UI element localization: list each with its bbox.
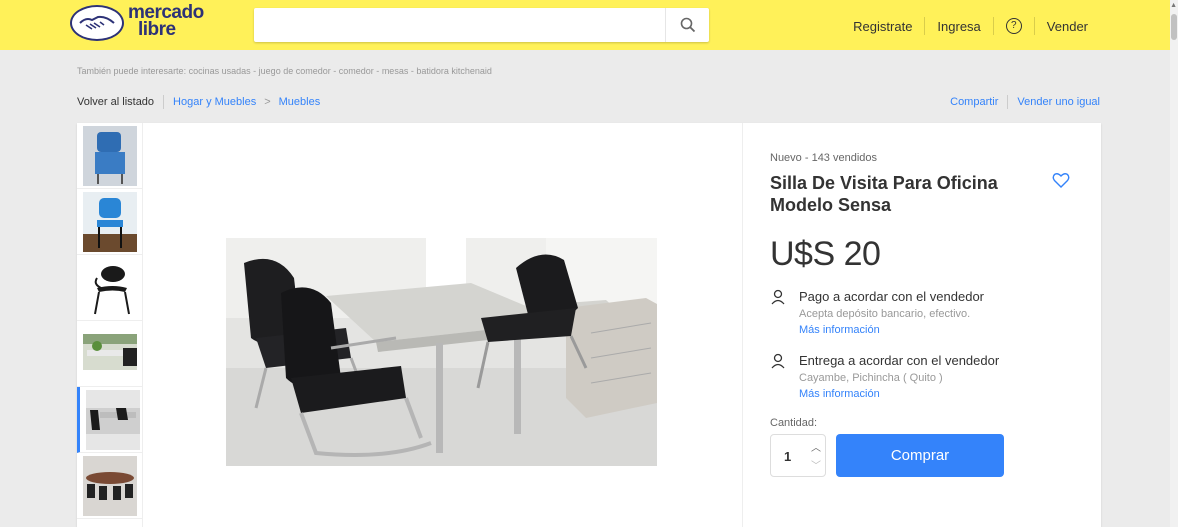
product-info-panel: Nuevo - 143 vendidos Silla De Visita Par… [742,123,1101,527]
search-input[interactable] [254,8,664,42]
thumbnail-image[interactable] [77,321,143,387]
register-link[interactable]: Registrate [841,19,924,34]
chevron-down-icon[interactable]: ﹀ [808,457,824,473]
payment-detail: Acepta depósito bancario, efectivo. [799,308,971,320]
search-button[interactable] [665,8,709,42]
sell-same-link[interactable]: Vender uno igual [1017,96,1100,108]
related-search-link[interactable]: cocinas usadas [189,66,251,76]
thumbnail-image[interactable] [77,189,143,255]
breadcrumb-category-furniture[interactable]: Muebles [279,96,321,108]
separator: - [376,66,380,76]
help-link[interactable]: ? [994,18,1034,34]
help-icon: ? [1005,18,1022,34]
related-search-link[interactable]: mesas [382,66,409,76]
person-icon [771,289,785,305]
product-price: U$S 20 [770,235,881,273]
product-main-image[interactable] [226,238,657,466]
sell-link[interactable]: Vender [1035,19,1100,34]
related-search-link[interactable]: juego de comedor [259,66,331,76]
chevron-right-icon: > [264,96,271,108]
actions-divider [1007,95,1009,109]
chevron-up-icon[interactable]: ︿ [808,439,824,455]
separator: - [333,66,337,76]
share-link[interactable]: Compartir [950,96,998,108]
logo-text: mercado libre [128,3,204,40]
thumbnail-image[interactable] [77,123,143,189]
search-icon [680,17,695,33]
search-box [254,8,709,42]
back-to-list-link[interactable]: Volver al listado [77,96,154,108]
related-searches: También puede interesarte: cocinas usada… [77,66,492,76]
related-search-link[interactable]: comedor [339,66,374,76]
related-search-link[interactable]: batidora kitchenaid [416,66,492,76]
breadcrumb-divider [163,95,165,109]
favorite-button[interactable] [1052,172,1070,194]
login-link[interactable]: Ingresa [925,19,992,34]
separator: - [253,66,257,76]
condition-sold-count: Nuevo - 143 vendidos [770,152,878,164]
delivery-location: Cayambe, Pichincha ( Quito ) [799,372,943,384]
scroll-up-arrow-icon[interactable]: ▲ [1170,2,1177,9]
mercadolibre-logo[interactable]: mercado libre [70,3,240,45]
logo-line-2: libre [138,19,176,40]
quantity-value: 1 [784,449,792,464]
header-nav: Registrate Ingresa ? Vender [841,17,1100,35]
payment-title: Pago a acordar con el vendedor [799,289,985,304]
related-searches-label: También puede interesarte: [77,66,187,76]
heart-icon [1052,173,1070,188]
scrollbar-thumb[interactable] [1171,14,1177,40]
breadcrumb-category-home[interactable]: Hogar y Muebles [173,96,256,108]
page-scrollbar[interactable]: ▲ [1170,0,1178,527]
buy-button[interactable]: Comprar [836,434,1004,477]
product-card: Nuevo - 143 vendidos Silla De Visita Par… [77,123,1101,527]
payment-more-info-link[interactable]: Más información [799,324,880,336]
handshake-logo-icon [70,5,124,41]
thumbnail-gallery [77,123,143,527]
quantity-stepper[interactable]: 1 ︿ ﹀ [770,434,826,477]
header-bar: mercado libre Registrate Ingresa ? Vende… [0,0,1170,50]
thumbnail-image[interactable] [77,255,143,321]
breadcrumb: Volver al listado Hogar y Muebles > Mueb… [77,95,320,109]
delivery-more-info-link[interactable]: Más información [799,388,880,400]
quantity-label: Cantidad: [770,417,818,429]
page-actions: Compartir Vender uno igual [950,95,1100,109]
product-title: Silla De Visita Para Oficina Modelo Sens… [770,173,998,215]
thumbnail-image-selected[interactable] [77,387,143,453]
separator: - [410,66,414,76]
delivery-title: Entrega a acordar con el vendedor [799,353,1000,368]
person-icon [771,353,785,369]
thumbnail-image[interactable] [77,453,143,519]
